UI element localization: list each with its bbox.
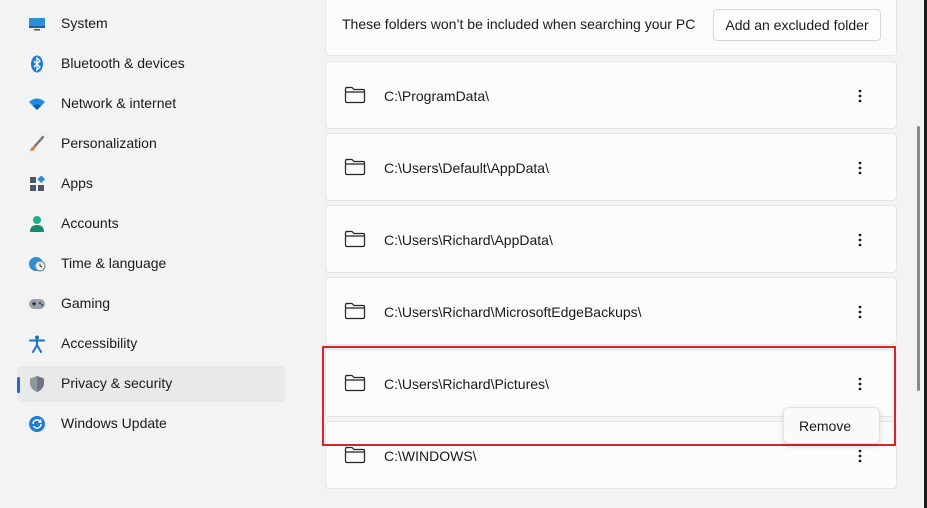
sidebar-item-label: Personalization xyxy=(61,135,157,151)
sidebar-item-label: Gaming xyxy=(61,295,111,311)
folder-row: C:\Users\Richard\MicrosoftEdgeBackups\ xyxy=(325,277,897,345)
more-options-icon[interactable] xyxy=(844,224,876,256)
more-options-icon[interactable] xyxy=(844,80,876,112)
gamepad-icon xyxy=(28,295,46,313)
sidebar-item-label: System xyxy=(61,15,108,31)
brush-icon xyxy=(28,135,46,153)
folder-path: C:\Users\Richard\AppData\ xyxy=(384,232,553,248)
sidebar-item-network[interactable]: Network & internet xyxy=(17,86,285,122)
bluetooth-icon xyxy=(28,55,46,73)
selection-indicator xyxy=(17,377,20,393)
scrollbar[interactable] xyxy=(917,126,920,391)
sidebar-item-gaming[interactable]: Gaming xyxy=(17,286,285,322)
sidebar-item-label: Apps xyxy=(61,175,93,191)
wifi-icon xyxy=(28,95,46,113)
sidebar-item-label: Accessibility xyxy=(61,335,138,351)
globe-clock-icon xyxy=(28,255,46,273)
folder-context-menu: Remove xyxy=(783,407,880,444)
folder-icon xyxy=(344,86,366,104)
folder-row: C:\ProgramData\ xyxy=(325,61,897,129)
sidebar-item-apps[interactable]: Apps xyxy=(17,166,285,202)
accessibility-icon xyxy=(28,335,46,353)
folder-path: C:\ProgramData\ xyxy=(384,88,490,104)
sidebar-item-label: Network & internet xyxy=(61,95,177,111)
sidebar-item-time-language[interactable]: Time & language xyxy=(17,246,285,282)
folder-row: C:\Users\Richard\AppData\ xyxy=(325,205,897,273)
folder-icon xyxy=(344,230,366,248)
folder-path: C:\Users\Richard\MicrosoftEdgeBackups\ xyxy=(384,304,642,320)
add-excluded-folder-button[interactable]: Add an excluded folder xyxy=(713,9,881,41)
more-options-icon[interactable] xyxy=(844,440,876,472)
sidebar-item-system[interactable]: System xyxy=(17,6,285,42)
sidebar-item-accessibility[interactable]: Accessibility xyxy=(17,326,285,362)
remove-menu-item[interactable]: Remove xyxy=(788,411,875,440)
apps-icon xyxy=(28,175,46,193)
folder-icon xyxy=(344,302,366,320)
folder-icon xyxy=(344,374,366,392)
sidebar-item-label: Bluetooth & devices xyxy=(61,55,185,71)
folder-path: C:\Users\Richard\Pictures\ xyxy=(384,376,549,392)
person-icon xyxy=(28,215,46,233)
more-options-icon[interactable] xyxy=(844,152,876,184)
folder-icon xyxy=(344,158,366,176)
more-options-icon[interactable] xyxy=(844,368,876,400)
sidebar-item-label: Windows Update xyxy=(61,415,167,431)
sidebar-item-accounts[interactable]: Accounts xyxy=(17,206,285,242)
sidebar-item-label: Accounts xyxy=(61,215,119,231)
sidebar-item-label: Time & language xyxy=(61,255,167,271)
folder-icon xyxy=(344,446,366,464)
sidebar-item-privacy-security[interactable]: Privacy & security xyxy=(17,366,285,402)
sidebar-item-personalization[interactable]: Personalization xyxy=(17,126,285,162)
settings-sidebar: System Bluetooth & devices Network & int… xyxy=(0,0,300,508)
excluded-folders-description: These folders won’t be included when sea… xyxy=(342,16,696,32)
folder-row: C:\Users\Default\AppData\ xyxy=(325,133,897,201)
more-options-icon[interactable] xyxy=(844,296,876,328)
update-icon xyxy=(28,415,46,433)
sidebar-item-windows-update[interactable]: Windows Update xyxy=(17,406,285,442)
system-icon xyxy=(28,15,46,33)
excluded-folders-header: These folders won’t be included when sea… xyxy=(325,0,897,56)
folder-path: C:\Users\Default\AppData\ xyxy=(384,160,549,176)
folder-path: C:\WINDOWS\ xyxy=(384,448,477,464)
shield-icon xyxy=(28,375,46,393)
sidebar-item-label: Privacy & security xyxy=(61,375,173,391)
sidebar-item-bluetooth[interactable]: Bluetooth & devices xyxy=(17,46,285,82)
